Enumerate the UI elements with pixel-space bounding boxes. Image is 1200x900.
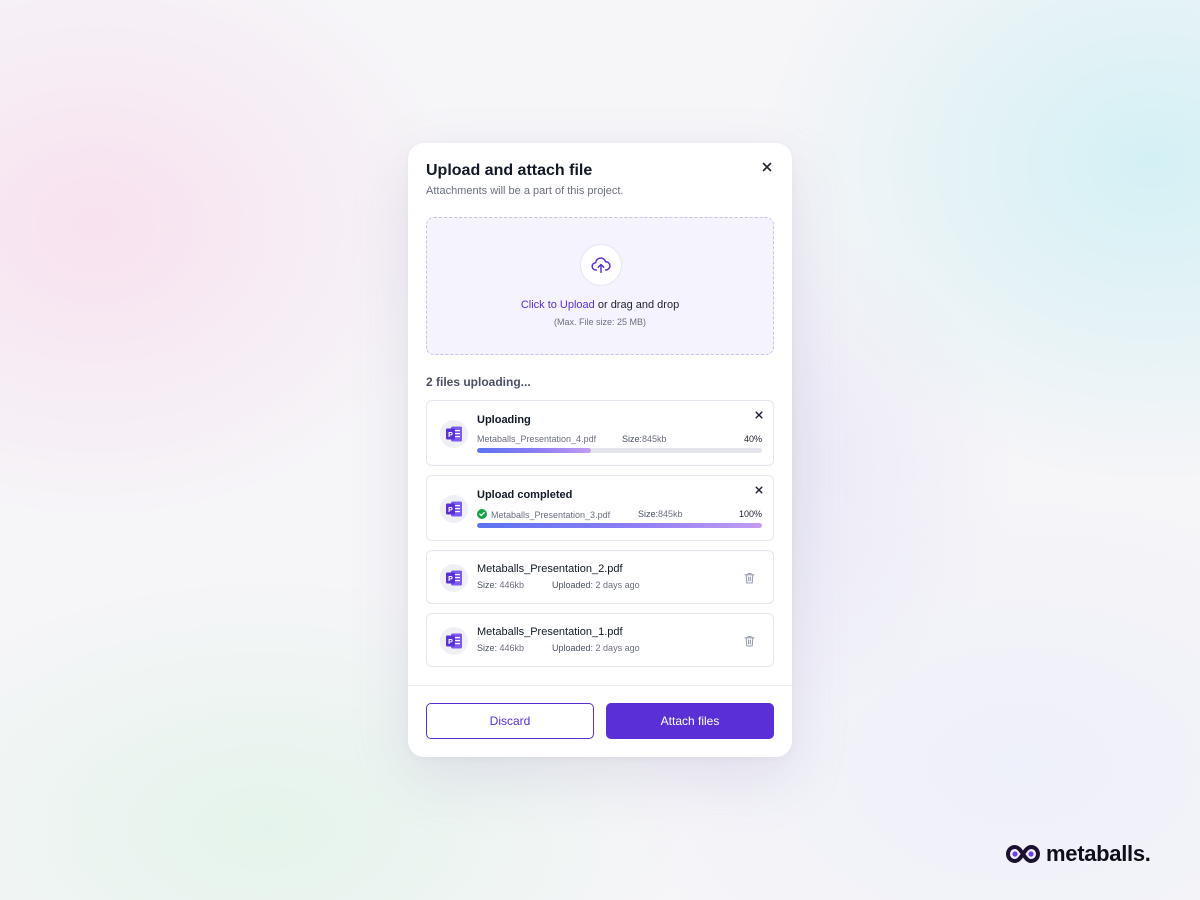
close-icon — [762, 162, 772, 172]
modal-title: Upload and attach file — [426, 162, 593, 179]
upload-progress-bar — [477, 448, 762, 453]
discard-button[interactable]: Discard — [426, 703, 594, 739]
file-name: Metaballs_Presentation_1.pdf — [477, 626, 623, 638]
svg-text:P: P — [448, 576, 453, 583]
svg-text:P: P — [448, 507, 453, 514]
file-card-uploading: P Uploading Metaballs_Presentation_4.pdf… — [426, 400, 774, 466]
uploaded-label: Uploaded: — [552, 643, 594, 653]
file-size: Size:845kb — [638, 509, 683, 519]
file-dropzone[interactable]: Click to Upload or drag and drop (Max. F… — [426, 217, 774, 355]
file-size: Size: 446kb — [477, 643, 524, 653]
modal-subtitle: Attachments will be a part of this proje… — [426, 185, 624, 197]
upload-modal: Upload and attach file Attachments will … — [408, 143, 792, 757]
upload-percent: 100% — [738, 509, 762, 519]
upload-progress-bar — [477, 523, 762, 528]
upload-icon-badge — [580, 244, 622, 286]
delete-file-button[interactable] — [742, 634, 756, 648]
attach-files-button[interactable]: Attach files — [606, 703, 774, 739]
upload-status-heading: 2 files uploading... — [426, 375, 531, 389]
file-name: Metaballs_Presentation_3.pdf — [491, 510, 611, 520]
click-to-upload-link[interactable]: Click to Upload — [521, 299, 595, 311]
file-name-row: Metaballs_Presentation_3.pdf — [477, 509, 610, 520]
powerpoint-file-icon: P — [446, 570, 462, 586]
powerpoint-file-icon: P — [446, 426, 462, 442]
file-type-badge: P — [440, 564, 468, 592]
size-value: 446kb — [497, 580, 525, 590]
file-type-badge: P — [440, 420, 468, 448]
size-value: 845kb — [658, 509, 683, 519]
dismiss-file-button[interactable] — [751, 482, 767, 498]
powerpoint-file-icon: P — [446, 633, 462, 649]
size-label: Size: — [477, 580, 498, 590]
close-icon — [755, 411, 763, 419]
file-type-badge: P — [440, 627, 468, 655]
trash-icon — [743, 635, 755, 647]
upload-percent: 40% — [743, 434, 762, 444]
file-status-title: Uploading — [477, 414, 531, 426]
drag-drop-text: or drag and drop — [594, 299, 680, 311]
footer-divider — [408, 685, 792, 686]
file-size: Size:845kb — [622, 434, 667, 444]
brand-logo: metaballs. — [1006, 841, 1151, 867]
file-status-title: Upload completed — [477, 489, 573, 501]
file-name: Metaballs_Presentation_2.pdf — [477, 563, 623, 575]
check-circle-icon — [477, 509, 487, 519]
uploaded-value: 2 days ago — [593, 643, 640, 653]
size-value: 845kb — [642, 434, 667, 444]
size-label: Size: — [622, 434, 643, 444]
close-modal-button[interactable] — [759, 159, 775, 175]
cloud-upload-icon — [591, 257, 611, 274]
uploaded-label: Uploaded: — [552, 580, 594, 590]
file-card-completed: P Upload completed Metaballs_Presentatio… — [426, 475, 774, 541]
uploaded-date: Uploaded: 2 days ago — [552, 580, 640, 590]
powerpoint-file-icon: P — [446, 501, 462, 517]
close-icon — [755, 486, 763, 494]
svg-text:P: P — [448, 639, 453, 646]
size-label: Size: — [477, 643, 498, 653]
delete-file-button[interactable] — [742, 571, 756, 585]
metaballs-logo-icon — [1006, 844, 1040, 864]
uploaded-date: Uploaded: 2 days ago — [552, 643, 640, 653]
file-size: Size: 446kb — [477, 580, 524, 590]
file-card-uploaded: P Metaballs_Presentation_1.pdf Size: 446… — [426, 613, 774, 667]
file-name: Metaballs_Presentation_4.pdf — [477, 434, 597, 444]
uploaded-value: 2 days ago — [593, 580, 640, 590]
svg-text:P: P — [448, 432, 453, 439]
dropzone-instruction: Click to Upload or drag and drop — [427, 299, 773, 311]
upload-progress-fill — [477, 523, 762, 528]
size-value: 446kb — [497, 643, 525, 653]
size-label: Size: — [638, 509, 659, 519]
max-file-size-hint: (Max. File size: 25 MB) — [553, 317, 647, 327]
file-type-badge: P — [440, 495, 468, 523]
file-card-uploaded: P Metaballs_Presentation_2.pdf Size: 446… — [426, 550, 774, 604]
brand-name: metaballs. — [1046, 841, 1151, 866]
trash-icon — [743, 572, 755, 584]
cancel-upload-button[interactable] — [751, 407, 767, 423]
upload-progress-fill — [477, 448, 591, 453]
